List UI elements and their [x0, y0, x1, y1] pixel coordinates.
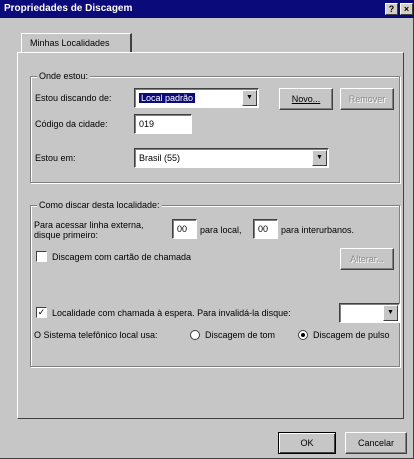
chevron-down-icon[interactable]: ▼	[312, 150, 327, 166]
pulse-dialing-label[interactable]: Discagem de pulso	[313, 329, 390, 341]
dialing-properties-dialog: Propriedades de Discagem ? × Minhas Loca…	[0, 0, 414, 459]
dialing-from-value: Local padrão	[139, 93, 196, 103]
dialing-from-label: Estou discando de:	[35, 93, 112, 103]
tone-dialing-label[interactable]: Discagem de tom	[205, 329, 275, 341]
dialing-from-combo[interactable]: Local padrão ▼	[134, 88, 259, 108]
area-code-field[interactable]: 019	[134, 114, 192, 134]
help-icon: ?	[388, 4, 395, 14]
pulse-dialing-radio[interactable]	[298, 330, 308, 340]
local-label: para local,	[200, 225, 242, 235]
calling-card-label[interactable]: Discagem com cartão de chamada	[52, 251, 191, 263]
country-combo[interactable]: Brasil (55) ▼	[134, 148, 329, 168]
long-distance-prefix-field[interactable]: 00	[253, 219, 278, 239]
change-button[interactable]: Alterar...	[340, 248, 394, 270]
new-location-button[interactable]: Novo...	[279, 88, 333, 110]
country-value: Brasil (55)	[139, 153, 181, 163]
phone-system-label: O Sistema telefônico local usa:	[34, 330, 158, 340]
ok-button[interactable]: OK	[278, 432, 336, 454]
close-icon: ×	[403, 4, 410, 14]
tab-my-locations[interactable]: Minhas Localidades	[21, 33, 132, 53]
local-prefix-field[interactable]: 00	[172, 219, 197, 239]
radio-selected-dot	[301, 333, 305, 337]
cancel-button[interactable]: Cancelar	[345, 432, 407, 454]
help-button[interactable]: ?	[385, 3, 398, 15]
chevron-down-icon[interactable]: ▼	[242, 90, 257, 106]
window-title: Propriedades de Discagem	[4, 3, 133, 14]
close-button[interactable]: ×	[400, 3, 413, 15]
how-group-title: Como discar desta localidade:	[37, 199, 162, 211]
call-waiting-combo[interactable]: ▼	[339, 303, 400, 323]
outside-line-label-2: disque primeiro:	[34, 230, 99, 240]
title-bar[interactable]: Propriedades de Discagem ? ×	[0, 0, 414, 18]
country-label: Estou em:	[35, 153, 76, 163]
call-waiting-label[interactable]: Localidade com chamada à espera. Para in…	[52, 307, 291, 319]
calling-card-checkbox[interactable]	[36, 251, 47, 262]
chevron-down-icon[interactable]: ▼	[383, 305, 398, 321]
new-location-label: Novo...	[291, 94, 321, 104]
area-code-label: Código da cidade:	[35, 119, 108, 129]
where-group-title: Onde estou:	[37, 70, 91, 82]
long-distance-label: para interurbanos.	[281, 225, 355, 235]
call-waiting-checkbox[interactable]: ✓	[36, 307, 47, 318]
tone-dialing-radio[interactable]	[190, 330, 200, 340]
remove-location-button[interactable]: Remover	[340, 88, 394, 110]
